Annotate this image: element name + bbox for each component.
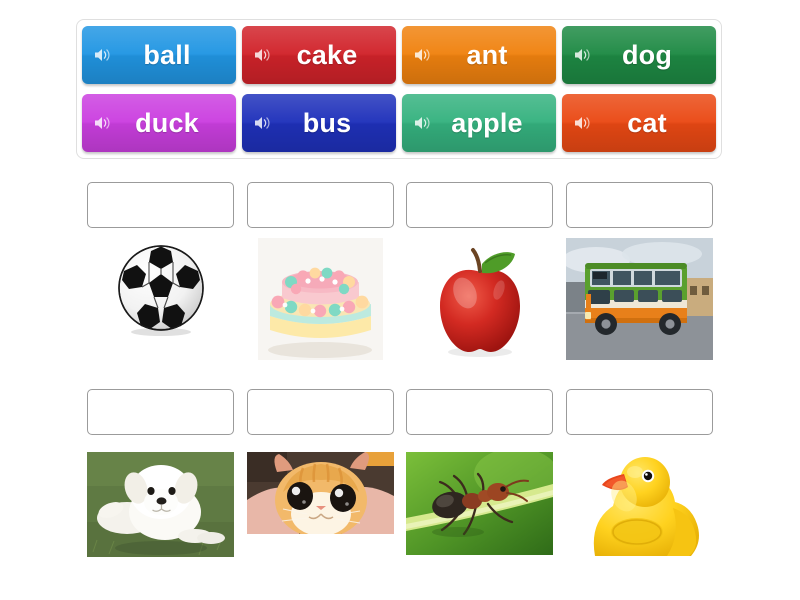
drop-slot-dog[interactable] bbox=[87, 389, 234, 435]
word-tile-label: dog bbox=[621, 39, 673, 70]
word-tile-label: duck bbox=[135, 107, 199, 138]
word-tile-label: ball bbox=[143, 39, 191, 70]
picture-cell-cat bbox=[246, 452, 394, 574]
red-apple-image bbox=[424, 238, 535, 360]
drop-slot-row-1 bbox=[87, 182, 713, 228]
drop-slot-row-2 bbox=[87, 389, 713, 435]
word-tile-bank: ball cake ant dog duck bus apple cat bbox=[76, 19, 722, 159]
drop-slot-apple[interactable] bbox=[406, 182, 554, 228]
picture-row-2 bbox=[87, 452, 713, 574]
word-tile-label: ant bbox=[466, 39, 508, 70]
picture-cell-dog bbox=[87, 452, 234, 574]
white-puppy-image bbox=[87, 452, 234, 557]
picture-cell-ant bbox=[406, 452, 554, 574]
drop-slot-bus[interactable] bbox=[565, 182, 713, 228]
drop-slot-cake[interactable] bbox=[246, 182, 394, 228]
word-tile-cake[interactable]: cake bbox=[242, 26, 396, 84]
picture-cell-bus bbox=[565, 238, 713, 360]
drop-slot-ball[interactable] bbox=[87, 182, 234, 228]
word-tile-apple[interactable]: apple bbox=[402, 94, 556, 152]
speaker-icon[interactable] bbox=[412, 44, 434, 66]
word-tile-bus[interactable]: bus bbox=[242, 94, 396, 152]
speaker-icon[interactable] bbox=[572, 44, 594, 66]
picture-cell-apple bbox=[406, 238, 553, 360]
word-tile-ball[interactable]: ball bbox=[82, 26, 236, 84]
word-tile-duck[interactable]: duck bbox=[82, 94, 236, 152]
double-decker-bus-image bbox=[565, 238, 713, 360]
soccer-ball-image bbox=[110, 238, 211, 360]
speaker-icon[interactable] bbox=[412, 112, 434, 134]
word-tile-label: cat bbox=[627, 107, 667, 138]
word-tile-label: cake bbox=[296, 39, 358, 70]
drop-slot-ant[interactable] bbox=[406, 389, 554, 435]
word-tile-ant[interactable]: ant bbox=[402, 26, 556, 84]
word-tile-dog[interactable]: dog bbox=[562, 26, 716, 84]
drop-slot-cat[interactable] bbox=[246, 389, 394, 435]
ant-on-grass-image bbox=[406, 452, 554, 555]
picture-row-1 bbox=[87, 238, 713, 360]
speaker-icon[interactable] bbox=[572, 112, 594, 134]
drop-slot-duck[interactable] bbox=[565, 389, 713, 435]
speaker-icon[interactable] bbox=[252, 112, 274, 134]
speaker-icon[interactable] bbox=[252, 44, 274, 66]
word-tile-label: apple bbox=[451, 107, 523, 138]
picture-cell-ball bbox=[87, 238, 234, 360]
tile-row-2: duck bus apple cat bbox=[82, 94, 716, 152]
rubber-duck-image bbox=[576, 452, 702, 564]
ginger-kitten-image bbox=[246, 452, 394, 534]
picture-cell-duck bbox=[566, 452, 713, 574]
activity-stage: ball cake ant dog duck bus apple cat bbox=[0, 0, 800, 600]
layer-cake-image bbox=[257, 238, 383, 360]
tile-row-1: ball cake ant dog bbox=[82, 26, 716, 84]
picture-cell-cake bbox=[247, 238, 394, 360]
speaker-icon[interactable] bbox=[92, 44, 114, 66]
speaker-icon[interactable] bbox=[92, 112, 114, 134]
word-tile-cat[interactable]: cat bbox=[562, 94, 716, 152]
word-tile-label: bus bbox=[302, 107, 352, 138]
